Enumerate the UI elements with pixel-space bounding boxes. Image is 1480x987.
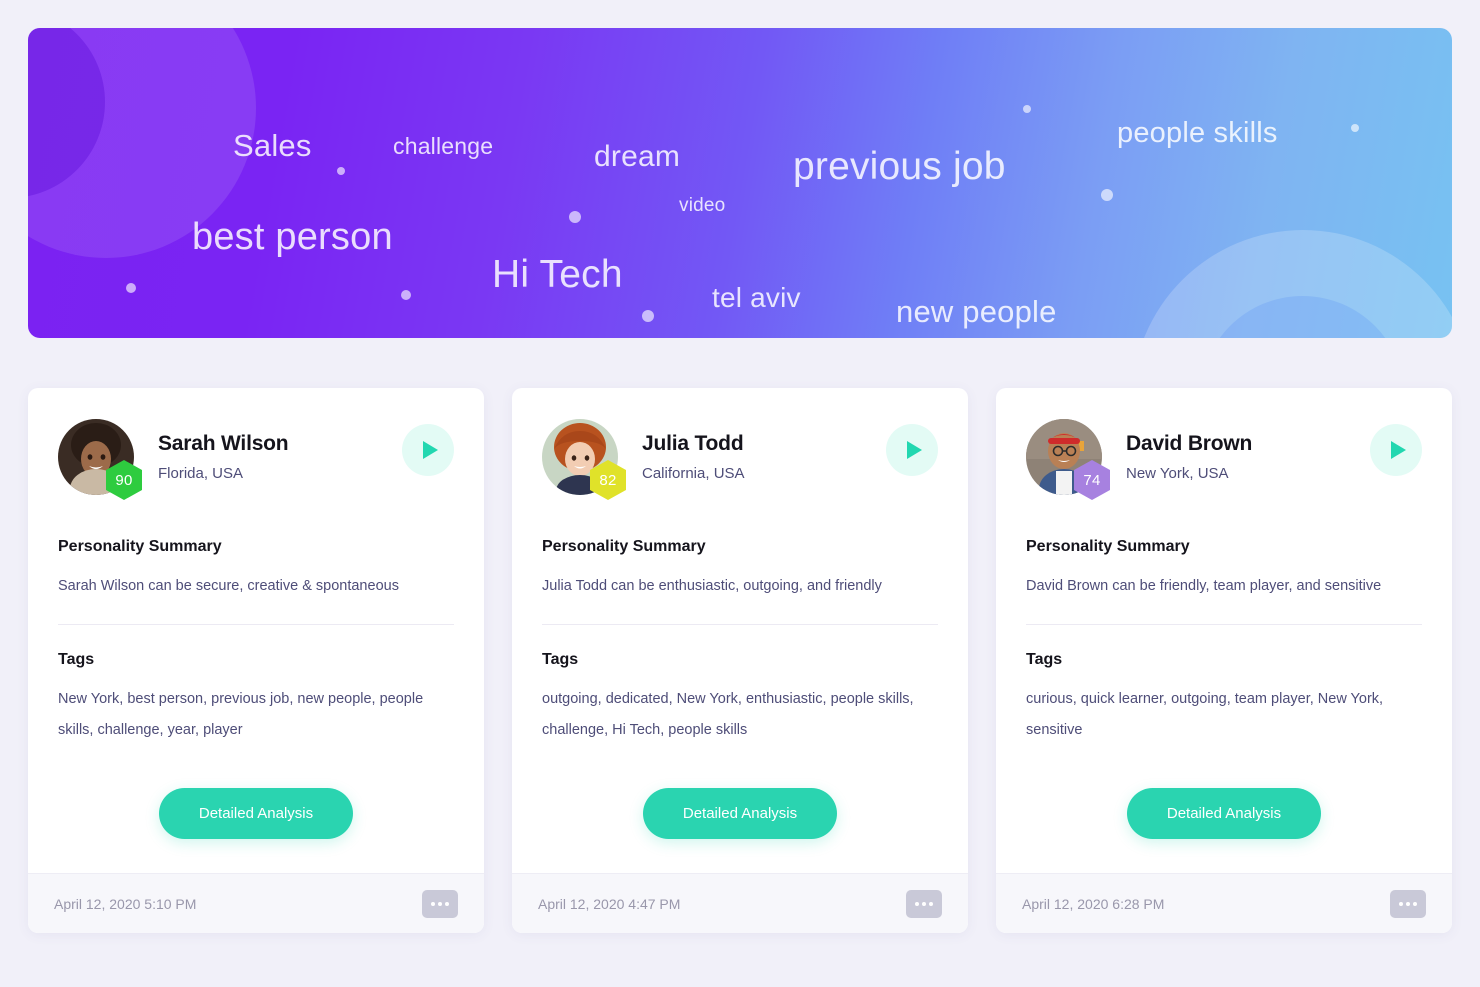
more-options-icon — [915, 901, 919, 906]
more-options-button[interactable] — [1390, 889, 1426, 918]
timestamp: April 12, 2020 4:47 PM — [538, 895, 681, 912]
cloud-word[interactable]: tel aviv — [712, 282, 801, 314]
play-icon — [906, 441, 922, 459]
more-options-icon — [431, 901, 435, 906]
person-header: 74 David Brown New York, USA — [1026, 418, 1422, 500]
more-options-icon — [1399, 901, 1403, 906]
personality-summary-text: Julia Todd can be enthusiastic, outgoing… — [542, 578, 882, 594]
more-options-icon — [929, 901, 933, 906]
person-name: Julia Todd — [642, 432, 744, 455]
tags-title: Tags — [58, 651, 95, 668]
cloud-word[interactable]: video — [679, 195, 725, 217]
cloud-word[interactable]: dream — [594, 140, 680, 174]
person-location: California, USA — [642, 465, 745, 482]
decorative-dot — [337, 167, 345, 175]
analysis-button-wrapper: Detailed Analysis — [1026, 788, 1422, 873]
cloud-word[interactable]: challenge — [393, 133, 493, 160]
play-button[interactable] — [402, 424, 454, 476]
tags-text: outgoing, dedicated, New York, enthusias… — [542, 691, 914, 738]
avatar-wrapper: 74 — [1026, 419, 1110, 500]
personality-summary-text: David Brown can be friendly, team player… — [1026, 578, 1382, 594]
decorative-dot — [1101, 189, 1113, 201]
personality-summary-title: Personality Summary — [58, 538, 222, 555]
personality-summary-title: Personality Summary — [542, 538, 706, 555]
analysis-button-wrapper: Detailed Analysis — [542, 788, 938, 873]
play-button[interactable] — [1370, 424, 1422, 476]
profile-cards-container: 90 Sarah Wilson Florida, USA Personality… — [28, 388, 1452, 933]
cloud-word[interactable]: previous job — [793, 145, 1006, 189]
person-info: Sarah Wilson Florida, USA — [158, 430, 289, 484]
divider — [1026, 624, 1422, 625]
decorative-dot — [126, 283, 136, 293]
card-body: 74 David Brown New York, USA Personality… — [996, 388, 1452, 873]
more-options-button[interactable] — [422, 889, 458, 918]
avatar-wrapper: 82 — [542, 419, 626, 500]
decorative-dot — [401, 290, 411, 300]
personality-summary-title: Personality Summary — [1026, 538, 1190, 555]
person-location: Florida, USA — [158, 465, 244, 482]
detailed-analysis-button[interactable]: Detailed Analysis — [642, 788, 838, 839]
detailed-analysis-button[interactable]: Detailed Analysis — [158, 788, 354, 839]
divider — [542, 624, 938, 625]
cloud-word[interactable]: people skills — [1117, 117, 1278, 150]
tags-title: Tags — [1026, 651, 1063, 668]
avatar-wrapper: 90 — [58, 419, 142, 500]
more-options-icon — [1406, 901, 1410, 906]
person-name: Sarah Wilson — [158, 432, 289, 455]
decorative-dot — [642, 310, 654, 322]
card-footer: April 12, 2020 4:47 PM — [512, 873, 968, 933]
more-options-icon — [1413, 901, 1417, 906]
play-icon — [422, 441, 438, 459]
card-body: 82 Julia Todd California, USA Personalit… — [512, 388, 968, 873]
more-options-button[interactable] — [906, 889, 942, 918]
person-info: David Brown New York, USA — [1126, 430, 1252, 484]
more-options-icon — [922, 901, 926, 906]
detailed-analysis-button[interactable]: Detailed Analysis — [1126, 788, 1322, 839]
decorative-dot — [1023, 105, 1031, 113]
tags-text: New York, best person, previous job, new… — [58, 691, 424, 738]
timestamp: April 12, 2020 6:28 PM — [1022, 895, 1165, 912]
play-icon — [1390, 441, 1406, 459]
person-header: 90 Sarah Wilson Florida, USA — [58, 418, 454, 500]
more-options-icon — [438, 901, 442, 906]
divider — [58, 624, 454, 625]
decorative-dot — [569, 211, 581, 223]
person-header: 82 Julia Todd California, USA — [542, 418, 938, 500]
cloud-word[interactable]: Hi Tech — [492, 253, 623, 297]
cloud-word[interactable]: new people — [896, 294, 1057, 330]
more-options-icon — [445, 901, 449, 906]
profile-card: 82 Julia Todd California, USA Personalit… — [512, 388, 968, 933]
play-button[interactable] — [886, 424, 938, 476]
timestamp: April 12, 2020 5:10 PM — [54, 895, 197, 912]
analysis-button-wrapper: Detailed Analysis — [58, 788, 454, 873]
tags-text: curious, quick learner, outgoing, team p… — [1026, 691, 1384, 738]
card-footer: April 12, 2020 5:10 PM — [28, 873, 484, 933]
cloud-word[interactable]: Sales — [233, 128, 312, 164]
person-name: David Brown — [1126, 432, 1253, 455]
person-location: New York, USA — [1126, 465, 1229, 482]
cloud-word[interactable]: best person — [192, 216, 393, 259]
card-body: 90 Sarah Wilson Florida, USA Personality… — [28, 388, 484, 873]
profile-card: 90 Sarah Wilson Florida, USA Personality… — [28, 388, 484, 933]
card-footer: April 12, 2020 6:28 PM — [996, 873, 1452, 933]
word-cloud-banner: Sales challenge dream previous job people sk… — [28, 28, 1452, 338]
profile-card: 74 David Brown New York, USA Personality… — [996, 388, 1452, 933]
decorative-dot — [1351, 124, 1359, 132]
tags-title: Tags — [542, 651, 579, 668]
personality-summary-text: Sarah Wilson can be secure, creative & s… — [58, 578, 399, 594]
person-info: Julia Todd California, USA — [642, 430, 745, 484]
